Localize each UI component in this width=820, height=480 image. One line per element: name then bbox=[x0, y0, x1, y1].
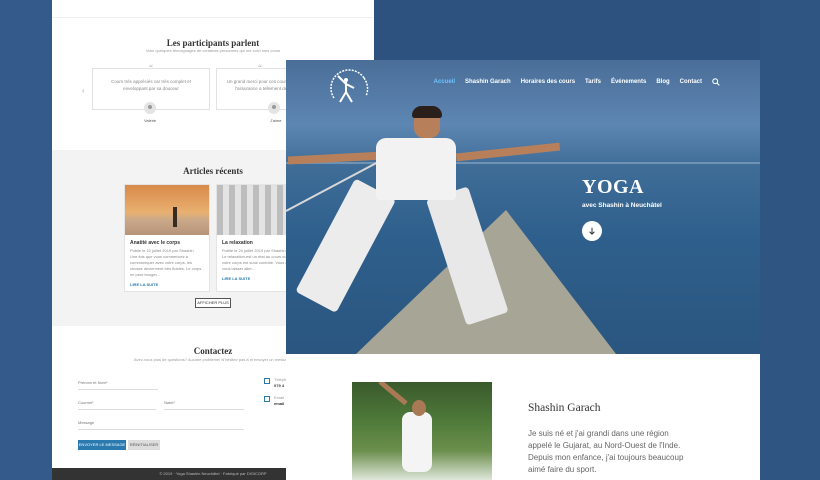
bio-name: Shashin Garach bbox=[528, 402, 601, 414]
phone-value: 079 4 bbox=[274, 383, 285, 388]
main-nav: Accueil Shashin Garach Horaires des cour… bbox=[434, 78, 720, 86]
bio-text: Je suis né et j'ai grandi dans une régio… bbox=[528, 429, 684, 474]
hero-subtitle: avec Shashin à Neuchâtel bbox=[582, 202, 662, 209]
reset-button[interactable]: RÉINITIALISER bbox=[128, 440, 160, 450]
background-stripe bbox=[0, 0, 52, 480]
testimonial-author: J'aime bbox=[270, 118, 282, 123]
profile-photo bbox=[352, 382, 492, 480]
testimonials-title: Les participants parlent bbox=[166, 38, 260, 48]
top-divider bbox=[52, 0, 374, 18]
person-figure bbox=[378, 382, 408, 406]
nav-item-tarifs[interactable]: Tarifs bbox=[585, 79, 601, 85]
scroll-down-button[interactable] bbox=[582, 221, 602, 241]
phone-icon bbox=[264, 378, 270, 384]
phone-field[interactable]: Natel* bbox=[164, 400, 244, 410]
nav-item-contact[interactable]: Contact bbox=[680, 79, 702, 85]
nav-item-accueil[interactable]: Accueil bbox=[434, 79, 455, 85]
hero-section: Accueil Shashin Garach Horaires des cour… bbox=[286, 60, 760, 354]
person-figure bbox=[455, 142, 561, 162]
send-message-button[interactable]: ENVOYER LE MESSAGE bbox=[78, 440, 126, 450]
testimonial-text: Cours très appréciés car très complet et… bbox=[111, 79, 191, 91]
message-field[interactable]: Message bbox=[78, 420, 244, 430]
logo-icon[interactable] bbox=[324, 64, 374, 114]
email-value: email bbox=[274, 401, 285, 406]
read-more-link[interactable]: LIRE LA SUITE bbox=[125, 278, 209, 291]
article-card[interactable]: Anatité avec le corps Publié le 10 juill… bbox=[124, 184, 210, 292]
hero-title: YOGA bbox=[582, 176, 644, 198]
article-image bbox=[125, 185, 209, 235]
search-icon[interactable] bbox=[712, 78, 720, 86]
name-field[interactable]: Prénom et Nom* bbox=[78, 380, 158, 390]
email-label: Email bbox=[274, 395, 285, 400]
testimonial-author: Valérie bbox=[144, 118, 157, 123]
chevron-left-icon[interactable]: ‹ bbox=[82, 86, 85, 95]
email-field[interactable]: Courriel* bbox=[78, 400, 156, 410]
avatar bbox=[268, 102, 280, 114]
person-figure bbox=[412, 400, 426, 416]
arrow-down-icon bbox=[589, 227, 595, 235]
horizon-line bbox=[286, 162, 760, 164]
email-icon bbox=[264, 396, 270, 402]
front-page: Accueil Shashin Garach Horaires des cour… bbox=[286, 60, 760, 480]
nav-item-shashin-garach[interactable]: Shashin Garach bbox=[465, 79, 511, 85]
nav-item-blog[interactable]: Blog bbox=[656, 79, 669, 85]
article-excerpt: Une fois que vous commencez à communique… bbox=[130, 254, 202, 277]
show-more-button[interactable]: AFFICHER PLUS bbox=[195, 298, 231, 308]
avatar bbox=[144, 102, 156, 114]
testimonials-subtitle: Voici quelques témoignages de certaines … bbox=[145, 48, 281, 53]
background-stripe bbox=[760, 0, 820, 480]
nav-item-horaires[interactable]: Horaires des cours bbox=[521, 79, 575, 85]
article-title: Anatité avec le corps bbox=[130, 240, 181, 246]
person-figure bbox=[412, 106, 442, 118]
person-figure bbox=[376, 138, 456, 200]
person-figure bbox=[402, 412, 432, 472]
nav-item-evenements[interactable]: Événements bbox=[611, 79, 646, 85]
